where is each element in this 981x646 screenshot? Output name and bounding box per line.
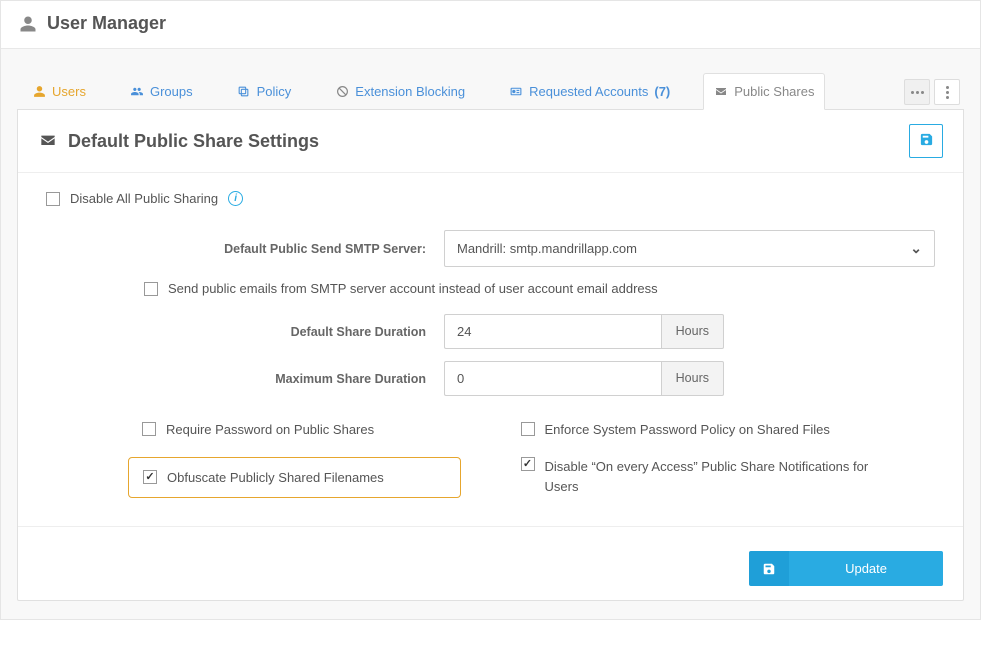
disable-on-access-checkbox[interactable]: [521, 457, 535, 471]
smtp-label: Default Public Send SMTP Server:: [46, 242, 426, 256]
send-public-emails-row: Send public emails from SMTP server acco…: [144, 281, 935, 296]
max-duration-group: Hours: [444, 361, 724, 396]
panel: Default Public Share Settings Disable Al…: [17, 109, 964, 601]
update-button-label: Update: [789, 551, 943, 586]
max-duration-input[interactable]: [444, 361, 661, 396]
enforce-policy-label: Enforce System Password Policy on Shared…: [545, 422, 830, 437]
group-icon: [130, 85, 144, 99]
envelope-icon: [714, 85, 728, 99]
enforce-policy-row: Enforce System Password Policy on Shared…: [521, 422, 936, 437]
require-password-row: Require Password on Public Shares: [142, 422, 461, 437]
default-duration-input[interactable]: [444, 314, 661, 349]
smtp-select[interactable]: Mandrill: smtp.mandrillapp.com ⌄: [444, 230, 935, 267]
more-horizontal-button[interactable]: [904, 79, 930, 105]
tab-policy[interactable]: Policy: [226, 73, 303, 109]
disable-on-access-row: Disable “On every Access” Public Share N…: [521, 457, 936, 496]
disable-all-checkbox[interactable]: [46, 192, 60, 206]
chevron-down-icon: ⌄: [910, 240, 922, 257]
save-button[interactable]: [909, 124, 943, 158]
block-icon: [335, 85, 349, 99]
form: Disable All Public Sharing i Default Pub…: [18, 173, 963, 527]
toolbar: [904, 79, 964, 109]
tab-users[interactable]: Users: [21, 73, 97, 109]
footer: Update: [18, 527, 963, 600]
default-duration-group: Hours: [444, 314, 724, 349]
unit-label: Hours: [661, 361, 724, 396]
tab-extension-blocking[interactable]: Extension Blocking: [324, 73, 476, 109]
panel-header: Default Public Share Settings: [18, 110, 963, 173]
tab-label: Requested Accounts: [529, 84, 648, 99]
update-button[interactable]: Update: [749, 551, 943, 586]
options-col-left: Require Password on Public Shares Obfusc…: [46, 422, 461, 498]
require-password-checkbox[interactable]: [142, 422, 156, 436]
more-vertical-button[interactable]: [934, 79, 960, 105]
obfuscate-label: Obfuscate Publicly Shared Filenames: [167, 470, 384, 485]
panel-title-text: Default Public Share Settings: [68, 131, 319, 152]
tab-public-shares[interactable]: Public Shares: [703, 73, 825, 110]
default-duration-row: Default Share Duration Hours: [46, 314, 935, 349]
send-public-emails-label: Send public emails from SMTP server acco…: [168, 281, 658, 296]
enforce-policy-checkbox[interactable]: [521, 422, 535, 436]
user-icon: [19, 15, 37, 33]
page-title: User Manager: [19, 13, 962, 34]
info-icon[interactable]: i: [228, 191, 243, 206]
page: User Manager Users Groups: [0, 0, 981, 620]
smtp-row: Default Public Send SMTP Server: Mandril…: [46, 230, 935, 267]
obfuscate-checkbox[interactable]: [143, 470, 157, 484]
tab-label: Groups: [150, 84, 193, 99]
dots-vertical-icon: [946, 86, 949, 99]
header: User Manager: [1, 1, 980, 49]
tab-label: Policy: [257, 84, 292, 99]
tab-label: Users: [52, 84, 86, 99]
send-public-emails-checkbox[interactable]: [144, 282, 158, 296]
copy-icon: [237, 85, 251, 99]
card-icon: [509, 85, 523, 99]
disable-all-row: Disable All Public Sharing i: [46, 191, 935, 206]
tab-count: (7): [654, 84, 670, 99]
max-duration-row: Maximum Share Duration Hours: [46, 361, 935, 396]
tab-requested-accounts[interactable]: Requested Accounts (7): [498, 73, 681, 109]
tab-groups[interactable]: Groups: [119, 73, 204, 109]
disable-all-label: Disable All Public Sharing: [70, 191, 218, 206]
save-icon: [749, 551, 789, 586]
obfuscate-row: Obfuscate Publicly Shared Filenames: [128, 457, 461, 498]
max-duration-label: Maximum Share Duration: [46, 372, 426, 386]
tab-label: Extension Blocking: [355, 84, 465, 99]
page-title-text: User Manager: [47, 13, 166, 34]
dots-horizontal-icon: [911, 91, 924, 94]
panel-title: Default Public Share Settings: [38, 131, 319, 152]
tabs: Users Groups Policy: [17, 73, 825, 109]
body: Users Groups Policy: [1, 49, 980, 619]
envelope-icon: [38, 133, 58, 149]
options-grid: Require Password on Public Shares Obfusc…: [46, 422, 935, 498]
require-password-label: Require Password on Public Shares: [166, 422, 374, 437]
tabs-row: Users Groups Policy: [17, 73, 964, 109]
disable-on-access-label: Disable “On every Access” Public Share N…: [545, 457, 875, 496]
user-icon: [32, 85, 46, 99]
tab-label: Public Shares: [734, 84, 814, 99]
smtp-value: Mandrill: smtp.mandrillapp.com: [457, 241, 637, 256]
default-duration-label: Default Share Duration: [46, 325, 426, 339]
options-col-right: Enforce System Password Policy on Shared…: [521, 422, 936, 498]
unit-label: Hours: [661, 314, 724, 349]
save-icon: [919, 132, 934, 150]
